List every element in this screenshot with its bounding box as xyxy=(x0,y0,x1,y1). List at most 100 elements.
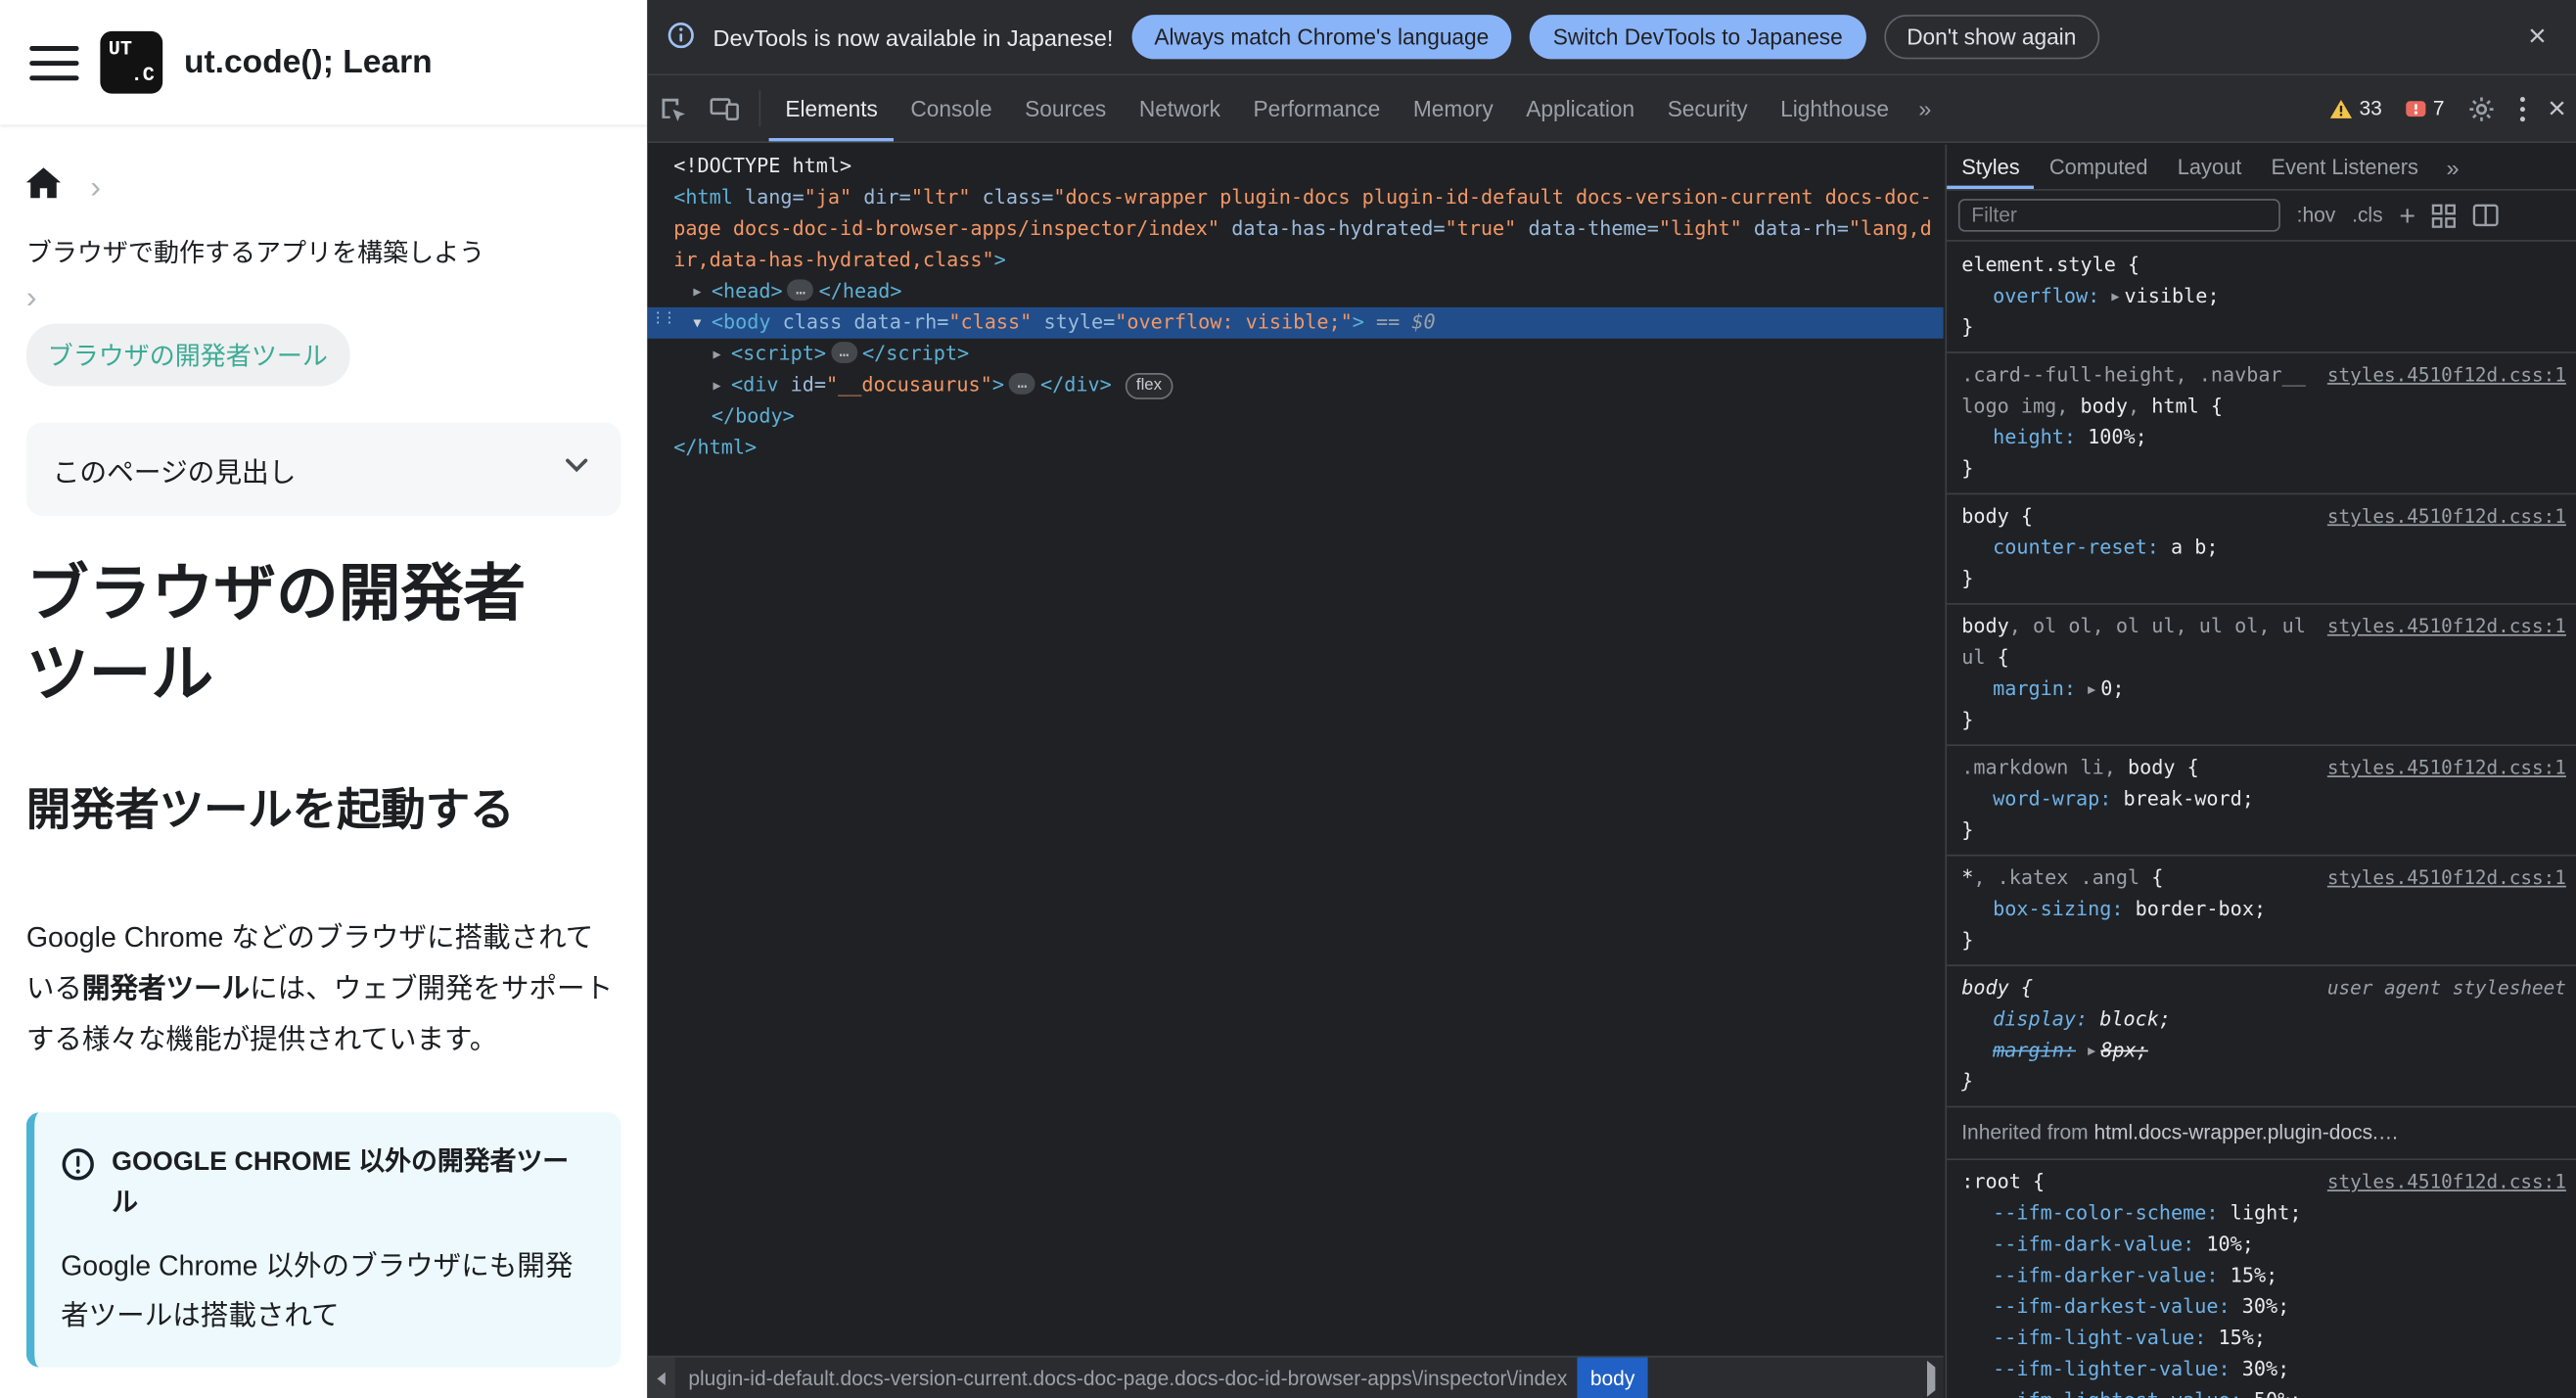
style-rule[interactable]: :root {styles.4510f12d.css:1 --ifm-color-… xyxy=(1947,1160,2576,1398)
tab-security[interactable]: Security xyxy=(1651,75,1764,141)
style-rule[interactable]: body {styles.4510f12d.css:1 counter-reset… xyxy=(1947,494,2576,605)
more-sidebar-tabs-icon[interactable]: » xyxy=(2433,145,2474,189)
device-toolbar-icon[interactable] xyxy=(698,75,751,141)
split-view-icon[interactable] xyxy=(2473,204,2500,227)
styles-toolbar: :hov .cls + xyxy=(1947,191,2576,242)
css-declaration[interactable]: --ifm-lightest-value: 50%; xyxy=(1961,1385,2566,1398)
settings-gear-icon[interactable] xyxy=(2456,75,2507,141)
inspect-icon[interactable] xyxy=(647,75,698,141)
tab-performance[interactable]: Performance xyxy=(1237,75,1397,141)
expand-value-icon: ▶ xyxy=(2088,681,2096,697)
webpage-panel: UT .C ut.code(); Learn › ブラウザで動作するアプリを構築… xyxy=(0,0,648,1398)
inherited-from-label: Inherited from xyxy=(1961,1120,2094,1144)
rule-selector: element.style { xyxy=(1961,253,2140,277)
kebab-menu-icon[interactable] xyxy=(2507,75,2538,141)
element-classes-button[interactable]: .cls xyxy=(2352,204,2382,227)
css-declaration[interactable]: --ifm-dark-value: 10%; xyxy=(1961,1230,2566,1261)
breadcrumb-forward-icon[interactable] xyxy=(1919,1360,1944,1396)
dont-show-again-button[interactable]: Don't show again xyxy=(1883,15,2099,60)
home-icon[interactable] xyxy=(25,167,62,207)
grid-editor-icon[interactable] xyxy=(2432,203,2457,227)
menu-icon[interactable] xyxy=(29,45,79,80)
style-rule[interactable]: *, .katex .angl { styles.4510f12d.css:1 bo… xyxy=(1947,857,2576,966)
breadcrumb-back-icon[interactable] xyxy=(647,1357,675,1398)
closing-brace: } xyxy=(1961,456,1974,481)
css-declaration[interactable]: --ifm-light-value: 15%; xyxy=(1961,1323,2566,1354)
dom-breadcrumb-path[interactable]: plugin-id-default.docs-version-current.d… xyxy=(675,1367,1571,1390)
tab-lighthouse[interactable]: Lighthouse xyxy=(1764,75,1905,141)
tab-computed[interactable]: Computed xyxy=(2035,145,2163,189)
css-source-link[interactable]: styles.4510f12d.css:1 xyxy=(2327,360,2566,392)
closing-brace: } xyxy=(1961,1069,1974,1094)
logo-text-top: UT xyxy=(108,37,132,62)
admonition-title: GOOGLE CHROME 以外の開発者ツール xyxy=(61,1142,595,1226)
css-declaration[interactable]: display: block; xyxy=(1961,1004,2566,1036)
inherited-node-link[interactable]: html.docs-wrapper.plugin-docs.… xyxy=(2093,1121,2398,1144)
logo-text-bottom: .C xyxy=(130,64,155,87)
tab-styles[interactable]: Styles xyxy=(1947,145,2035,189)
css-declaration[interactable]: word-wrap: break-word; xyxy=(1961,784,2566,816)
css-declaration[interactable]: overflow: ▶ visible; xyxy=(1961,281,2566,312)
site-title[interactable]: ut.code(); Learn xyxy=(184,43,433,81)
closing-brace: } xyxy=(1961,315,1974,339)
more-tabs-icon[interactable]: » xyxy=(1906,75,1947,141)
expand-arrow-icon: ▶ xyxy=(713,347,721,362)
tab-application[interactable]: Application xyxy=(1509,75,1650,141)
devtools-close-icon[interactable]: × xyxy=(2538,93,2576,124)
node-menu-dots-icon[interactable]: ⋮⋮ xyxy=(651,311,677,327)
css-declaration[interactable]: --ifm-darkest-value: 30%; xyxy=(1961,1291,2566,1323)
css-source-link[interactable]: styles.4510f12d.css:1 xyxy=(2327,611,2566,642)
styles-filter-input[interactable] xyxy=(1957,199,2280,232)
breadcrumb-item[interactable]: ブラウザで動作するアプリを構築しよう xyxy=(26,233,621,269)
style-rule[interactable]: .card--full-height, .navbar__logo img, b… xyxy=(1947,353,2576,495)
style-rule[interactable]: body {user agent stylesheet display: bloc… xyxy=(1947,966,2576,1108)
css-source-link[interactable]: styles.4510f12d.css:1 xyxy=(2327,501,2566,533)
css-declaration[interactable]: counter-reset: a b; xyxy=(1961,533,2566,564)
dom-node[interactable]: ▶ <head>… </head> xyxy=(647,276,1943,307)
rule-selector: *, .katex .angl { xyxy=(1961,865,2164,890)
tab-network[interactable]: Network xyxy=(1123,75,1237,141)
dom-node[interactable]: </html> xyxy=(647,432,1943,463)
css-source-link[interactable]: styles.4510f12d.css:1 xyxy=(2327,862,2566,894)
style-rule[interactable]: element.style { overflow: ▶ visible;} xyxy=(1947,243,2576,353)
paragraph: Google Chrome などのブラウザに搭載されている開発者ツールには、ウェ… xyxy=(25,921,614,1055)
breadcrumb-current: ブラウザの開発者ツール xyxy=(25,323,349,387)
tab-sources[interactable]: Sources xyxy=(1008,75,1123,141)
style-rule[interactable]: body, ol ol, ol ul, ul ol, ul ul {styles… xyxy=(1947,605,2576,747)
dom-node[interactable]: <!DOCTYPE html> xyxy=(647,151,1943,182)
warning-count: 33 xyxy=(2359,97,2382,120)
site-logo[interactable]: UT .C xyxy=(100,30,163,94)
tab-layout[interactable]: Layout xyxy=(2163,145,2257,189)
page-title: ブラウザの開発者ツール xyxy=(25,560,527,711)
css-source-link[interactable]: styles.4510f12d.css:1 xyxy=(2327,1167,2566,1198)
dom-node[interactable]: ▶ <div id="__docusaurus">… </div> flex xyxy=(647,370,1943,401)
switch-japanese-button[interactable]: Switch DevTools to Japanese xyxy=(1530,15,1866,60)
admonition-body: Google Chrome 以外のブラウザにも開発者ツールは搭載されて xyxy=(61,1250,574,1331)
tab-elements[interactable]: Elements xyxy=(769,75,895,141)
css-declaration[interactable]: margin: ▶ 8px; xyxy=(1961,1036,2566,1067)
css-declaration[interactable]: margin: ▶ 0; xyxy=(1961,674,2566,705)
dom-node[interactable]: ▶ <script>… </script> xyxy=(647,339,1943,370)
issues-badge[interactable]: 7 xyxy=(2394,75,2457,141)
css-declaration[interactable]: height: 100%; xyxy=(1961,422,2566,453)
infobar-close-icon[interactable]: × xyxy=(2518,22,2556,53)
tab-console[interactable]: Console xyxy=(895,75,1009,141)
tab-memory[interactable]: Memory xyxy=(1397,75,1509,141)
toggle-element-state-button[interactable]: :hov xyxy=(2297,204,2336,227)
tab-event-listeners[interactable]: Event Listeners xyxy=(2256,145,2433,189)
css-declaration[interactable]: --ifm-darker-value: 15%; xyxy=(1961,1260,2566,1291)
dom-breadcrumb-selected[interactable]: body xyxy=(1577,1357,1648,1398)
dom-node[interactable]: </body> xyxy=(647,401,1943,433)
css-declaration[interactable]: --ifm-color-scheme: light; xyxy=(1961,1198,2566,1230)
css-declaration[interactable]: --ifm-lighter-value: 30%; xyxy=(1961,1354,2566,1385)
style-rule[interactable]: .markdown li, body {styles.4510f12d.css:… xyxy=(1947,746,2576,857)
warnings-badge[interactable]: 33 xyxy=(2319,75,2394,141)
new-style-rule-icon[interactable]: + xyxy=(2399,202,2415,230)
match-language-button[interactable]: Always match Chrome's language xyxy=(1130,15,1512,60)
css-source-link[interactable]: styles.4510f12d.css:1 xyxy=(2327,753,2566,784)
dom-node[interactable]: ⋮⋮ ▼ <body class data-rh="class" style="ov… xyxy=(647,306,1944,339)
toc-label: このページの見出し xyxy=(52,457,297,488)
toc-collapsible[interactable]: このページの見出し xyxy=(25,422,621,517)
css-declaration[interactable]: box-sizing: border-box; xyxy=(1961,894,2566,925)
dom-node[interactable]: <html lang="ja" dir="ltr" class="docs-wr… xyxy=(647,182,1943,276)
